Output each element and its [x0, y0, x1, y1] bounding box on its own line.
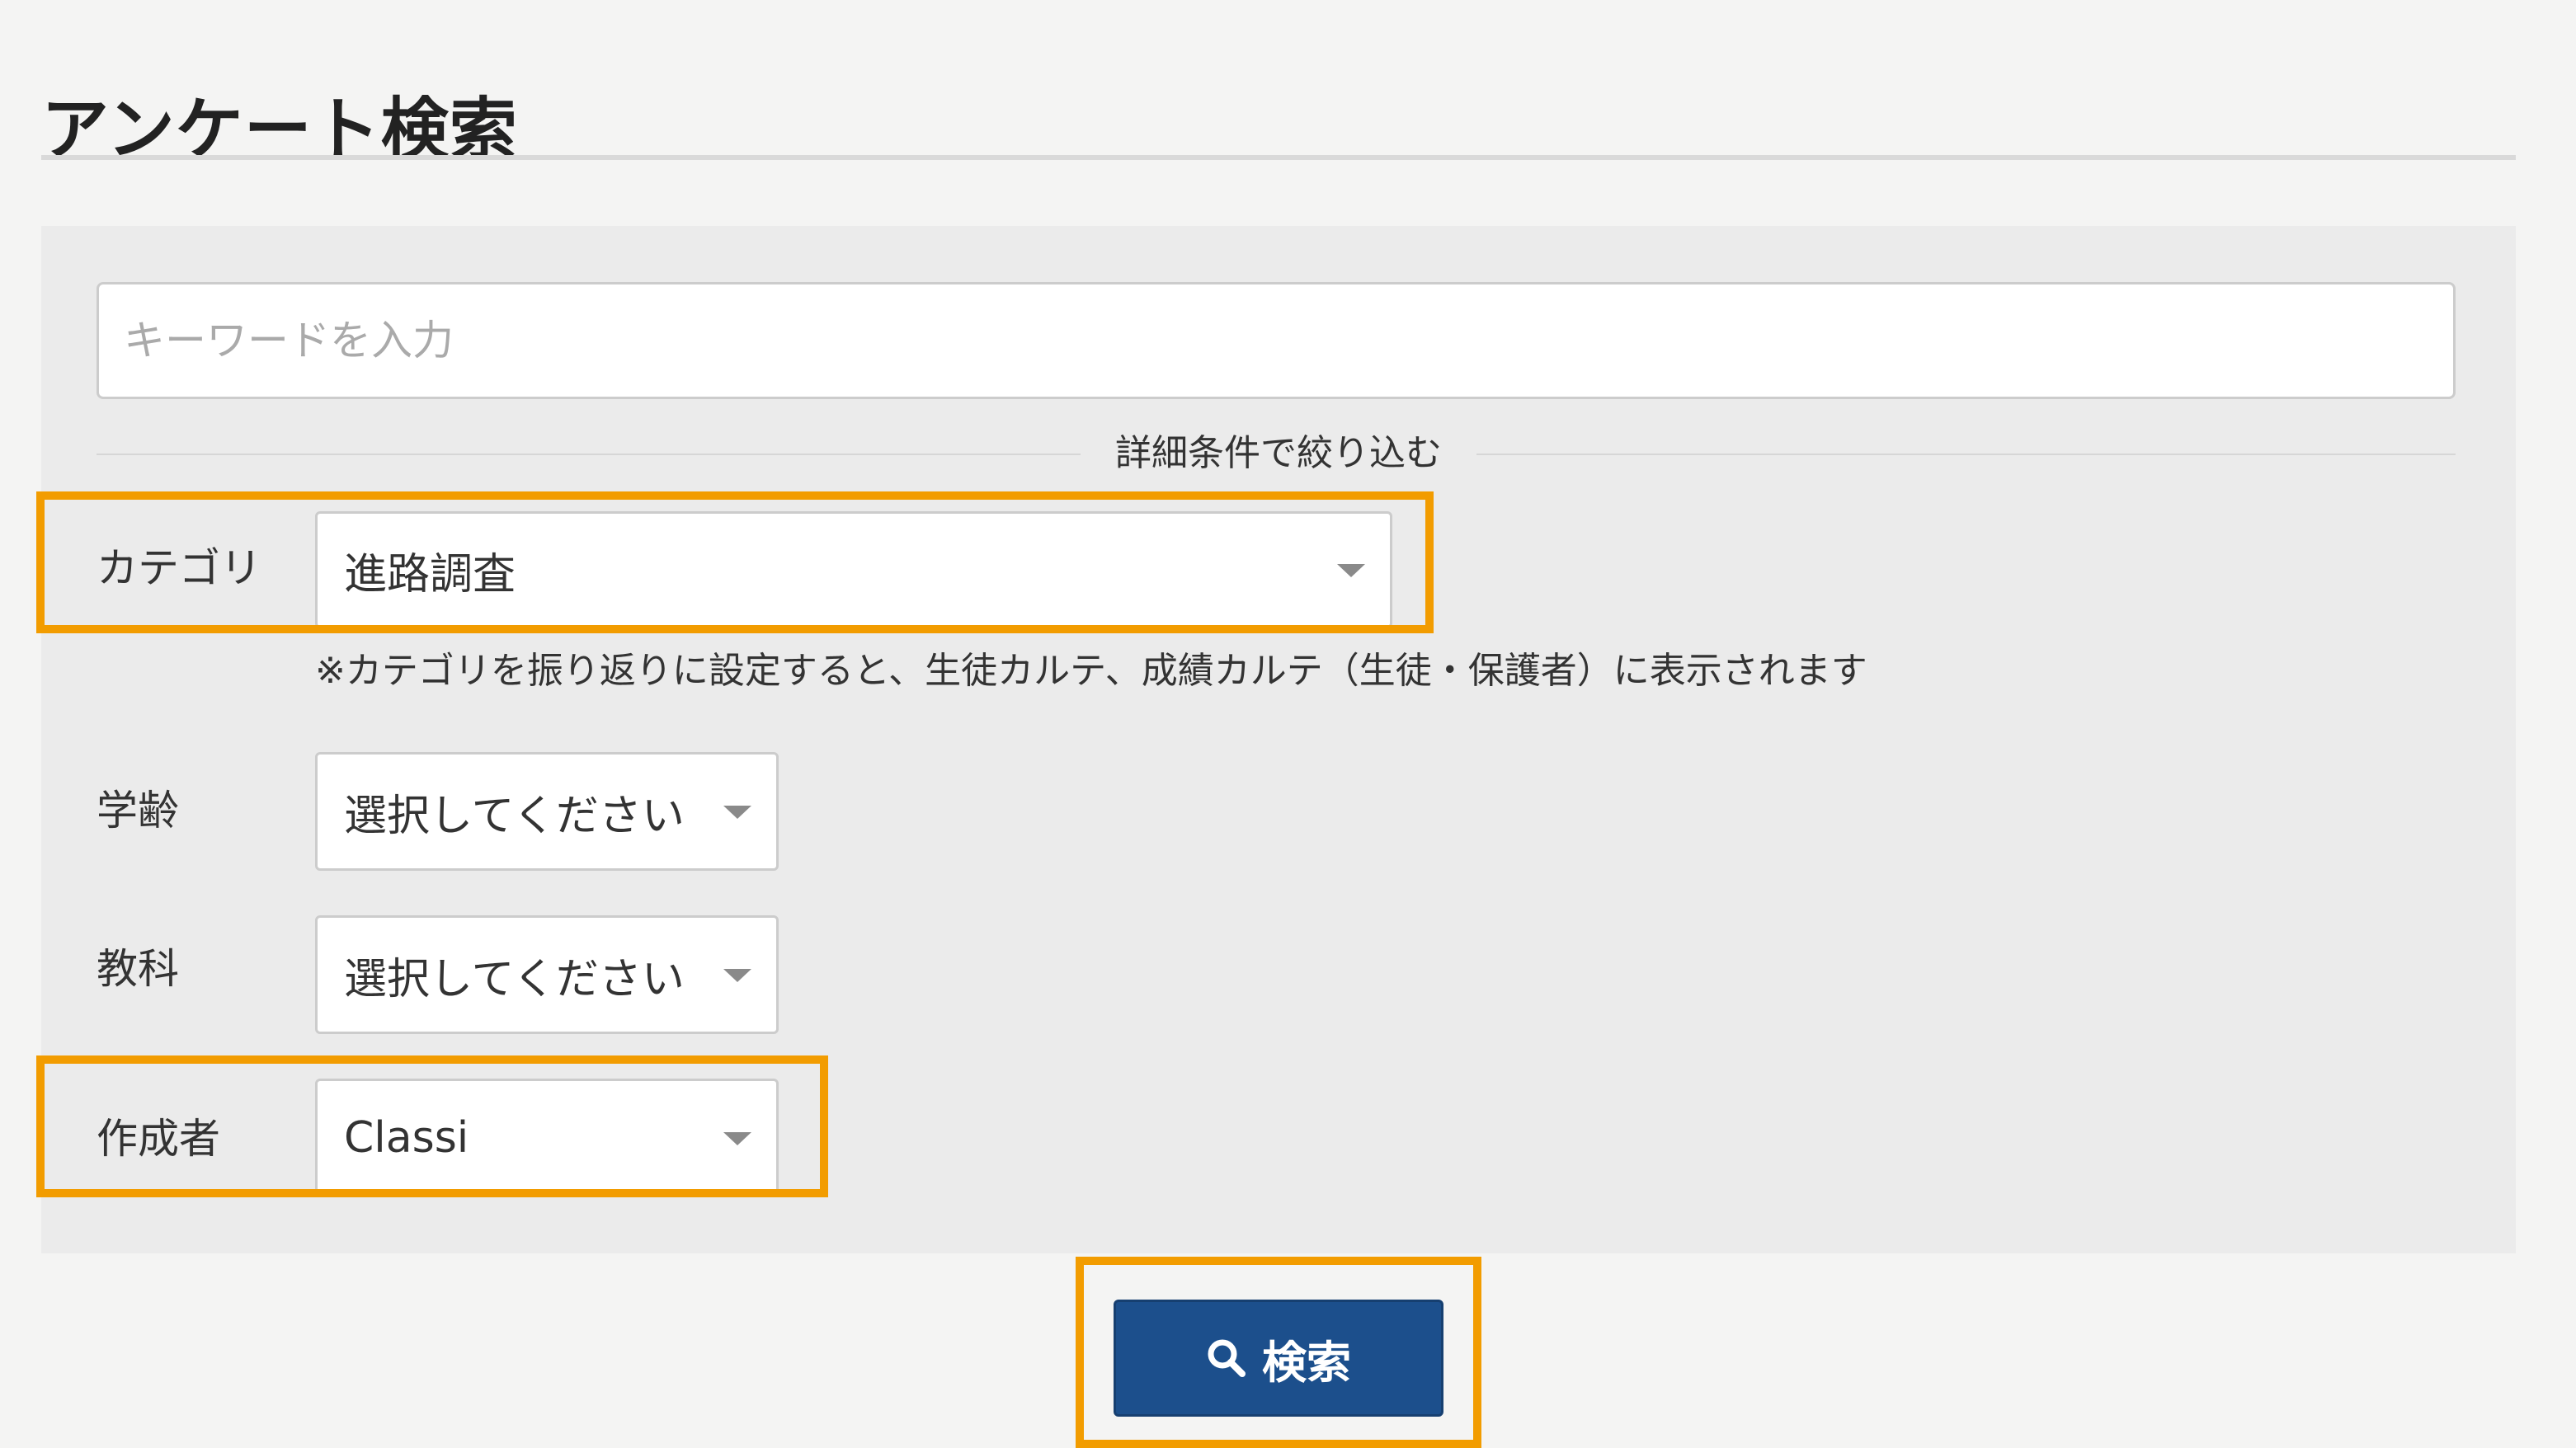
grade-select[interactable]: 選択してください: [315, 752, 779, 871]
category-label: カテゴリ: [97, 544, 261, 592]
author-select-value: Classi: [344, 1113, 469, 1163]
keyword-input[interactable]: [97, 282, 2456, 399]
filter-divider-label: 詳細条件で絞り込む: [1081, 427, 1476, 480]
search-button[interactable]: 検索: [1114, 1300, 1443, 1417]
subject-label: 教科: [97, 945, 179, 993]
chevron-down-icon: [1337, 564, 1365, 577]
title-divider: [41, 155, 2516, 160]
grade-label: 学齢: [97, 787, 179, 834]
grade-select-value: 選択してください: [344, 791, 685, 841]
author-label: 作成者: [97, 1115, 220, 1163]
chevron-down-icon: [723, 969, 751, 982]
category-note: ※カテゴリを振り返りに設定すると、生徒カルテ、成績カルテ（生徒・保護者）に表示さ…: [315, 650, 1867, 692]
author-select[interactable]: Classi: [315, 1079, 779, 1197]
subject-select-value: 選択してください: [344, 954, 685, 1004]
search-button-label: 検索: [1262, 1338, 1351, 1388]
chevron-down-icon: [723, 806, 751, 819]
category-select[interactable]: 進路調査: [315, 511, 1392, 628]
category-select-value: 進路調査: [344, 549, 516, 599]
search-icon: [1206, 1338, 1247, 1379]
subject-select[interactable]: 選択してください: [315, 915, 779, 1034]
chevron-down-icon: [723, 1132, 751, 1145]
page-title: アンケート検索: [41, 90, 518, 169]
